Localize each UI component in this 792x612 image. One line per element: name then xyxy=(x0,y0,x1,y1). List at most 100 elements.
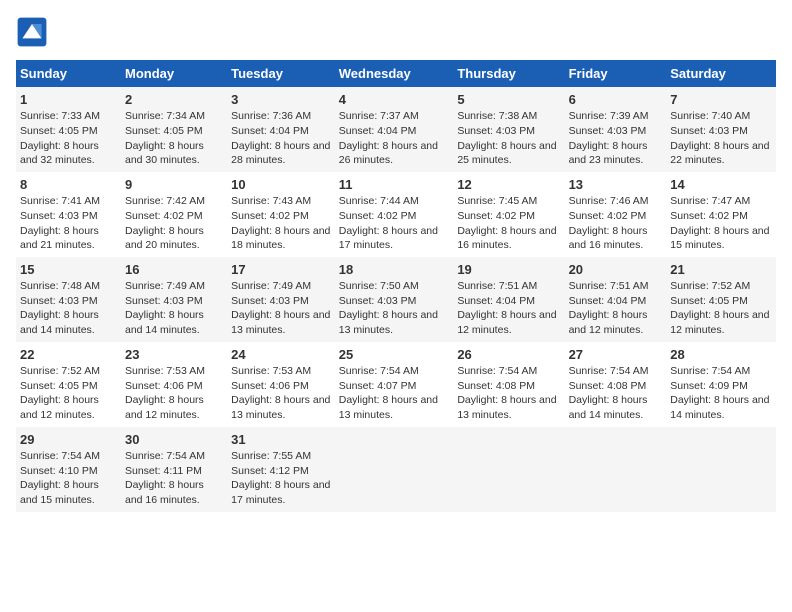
cell-day-8: 8Sunrise: 7:41 AMSunset: 4:03 PMDaylight… xyxy=(16,172,121,257)
day-number: 8 xyxy=(20,176,117,194)
daylight-label: Daylight: 8 hours and 13 minutes. xyxy=(231,394,330,421)
cell-day-18: 18Sunrise: 7:50 AMSunset: 4:03 PMDayligh… xyxy=(335,257,454,342)
sunset-label: Sunset: 4:06 PM xyxy=(125,380,203,392)
sunset-label: Sunset: 4:05 PM xyxy=(20,380,98,392)
sunset-label: Sunset: 4:03 PM xyxy=(339,295,417,307)
sunrise-label: Sunrise: 7:45 AM xyxy=(457,195,537,207)
cell-day-17: 17Sunrise: 7:49 AMSunset: 4:03 PMDayligh… xyxy=(227,257,335,342)
sunrise-label: Sunrise: 7:41 AM xyxy=(20,195,100,207)
cell-day-27: 27Sunrise: 7:54 AMSunset: 4:08 PMDayligh… xyxy=(565,342,667,427)
page-header xyxy=(16,16,776,48)
daylight-label: Daylight: 8 hours and 21 minutes. xyxy=(20,225,99,252)
cell-day-2: 2Sunrise: 7:34 AMSunset: 4:05 PMDaylight… xyxy=(121,87,227,172)
day-number: 28 xyxy=(670,346,772,364)
week-row-1: 1Sunrise: 7:33 AM Sunset: 4:05 PM Daylight… xyxy=(16,87,776,172)
logo xyxy=(16,16,52,48)
sunset-label: Sunset: 4:03 PM xyxy=(20,295,98,307)
sunrise-label: Sunrise: 7:54 AM xyxy=(339,365,419,377)
daylight-label: Daylight: 8 hours and 15 minutes. xyxy=(670,225,769,252)
day-number: 25 xyxy=(339,346,450,364)
cell-day-30: 30Sunrise: 7:54 AMSunset: 4:11 PMDayligh… xyxy=(121,427,227,512)
sunrise-label: Sunrise: 7:43 AM xyxy=(231,195,311,207)
sunset-label: Sunset: 4:06 PM xyxy=(231,380,309,392)
col-header-thursday: Thursday xyxy=(453,60,564,87)
cell-day-19: 19Sunrise: 7:51 AMSunset: 4:04 PMDayligh… xyxy=(453,257,564,342)
daylight-label: Daylight: 8 hours and 32 minutes. xyxy=(20,140,99,167)
daylight-label: Daylight: 8 hours and 12 minutes. xyxy=(670,309,769,336)
cell-day-6: 6Sunrise: 7:39 AMSunset: 4:03 PMDaylight… xyxy=(565,87,667,172)
cell-day-1: 1Sunrise: 7:33 AM Sunset: 4:05 PM Daylight… xyxy=(16,87,121,172)
sunrise-label: Sunrise: 7:50 AM xyxy=(339,280,419,292)
day-number: 1 xyxy=(20,91,117,109)
daylight-label: Daylight: 8 hours and 16 minutes. xyxy=(569,225,648,252)
day-number: 3 xyxy=(231,91,331,109)
col-header-friday: Friday xyxy=(565,60,667,87)
sunset-label: Sunset: 4:05 PM xyxy=(125,125,203,137)
cell-day-22: 22Sunrise: 7:52 AM Sunset: 4:05 PM Dayligh… xyxy=(16,342,121,427)
day-number: 22 xyxy=(20,346,117,364)
day-number: 13 xyxy=(569,176,663,194)
sunrise-label: Sunrise: 7:54 AM xyxy=(569,365,649,377)
sunset-label: Sunset: 4:03 PM xyxy=(231,295,309,307)
sunset-label: Sunset: 4:05 PM xyxy=(20,125,98,137)
daylight-label: Daylight: 8 hours and 20 minutes. xyxy=(125,225,204,252)
daylight-label: Daylight: 8 hours and 17 minutes. xyxy=(339,225,438,252)
daylight-label: Daylight: 8 hours and 23 minutes. xyxy=(569,140,648,167)
week-row-2: 8Sunrise: 7:41 AMSunset: 4:03 PMDaylight… xyxy=(16,172,776,257)
cell-day-empty xyxy=(666,427,776,512)
sunset-label: Sunset: 4:04 PM xyxy=(231,125,309,137)
daylight-label: Daylight: 8 hours and 16 minutes. xyxy=(125,479,204,506)
day-number: 12 xyxy=(457,176,560,194)
day-number: 26 xyxy=(457,346,560,364)
sunset-label: Sunset: 4:07 PM xyxy=(339,380,417,392)
sunrise-label: Sunrise: 7:49 AM xyxy=(125,280,205,292)
sunrise-label: Sunrise: 7:54 AM xyxy=(670,365,750,377)
sunrise-label: Sunrise: 7:33 AM xyxy=(20,110,100,122)
sunrise-label: Sunrise: 7:40 AM xyxy=(670,110,750,122)
sunrise-label: Sunrise: 7:48 AM xyxy=(20,280,100,292)
sunrise-label: Sunrise: 7:46 AM xyxy=(569,195,649,207)
cell-day-29: 29Sunrise: 7:54 AMSunset: 4:10 PMDayligh… xyxy=(16,427,121,512)
sunset-label: Sunset: 4:05 PM xyxy=(670,295,748,307)
cell-day-9: 9Sunrise: 7:42 AMSunset: 4:02 PMDaylight… xyxy=(121,172,227,257)
sunset-label: Sunset: 4:02 PM xyxy=(125,210,203,222)
day-number: 27 xyxy=(569,346,663,364)
cell-day-24: 24Sunrise: 7:53 AMSunset: 4:06 PMDayligh… xyxy=(227,342,335,427)
col-header-sunday: Sunday xyxy=(16,60,121,87)
daylight-label: Daylight: 8 hours and 12 minutes. xyxy=(20,394,99,421)
sunset-label: Sunset: 4:04 PM xyxy=(339,125,417,137)
logo-icon xyxy=(16,16,48,48)
daylight-label: Daylight: 8 hours and 12 minutes. xyxy=(569,309,648,336)
daylight-label: Daylight: 8 hours and 30 minutes. xyxy=(125,140,204,167)
sunset-label: Sunset: 4:03 PM xyxy=(125,295,203,307)
sunset-label: Sunset: 4:11 PM xyxy=(125,465,202,477)
sunset-label: Sunset: 4:02 PM xyxy=(231,210,309,222)
daylight-label: Daylight: 8 hours and 13 minutes. xyxy=(339,309,438,336)
sunset-label: Sunset: 4:03 PM xyxy=(569,125,647,137)
day-number: 4 xyxy=(339,91,450,109)
daylight-label: Daylight: 8 hours and 14 minutes. xyxy=(670,394,769,421)
daylight-label: Daylight: 8 hours and 12 minutes. xyxy=(457,309,556,336)
sunrise-label: Sunrise: 7:52 AM xyxy=(670,280,750,292)
col-header-tuesday: Tuesday xyxy=(227,60,335,87)
cell-day-26: 26Sunrise: 7:54 AMSunset: 4:08 PMDayligh… xyxy=(453,342,564,427)
day-number: 6 xyxy=(569,91,663,109)
day-number: 24 xyxy=(231,346,331,364)
cell-day-20: 20Sunrise: 7:51 AMSunset: 4:04 PMDayligh… xyxy=(565,257,667,342)
sunrise-label: Sunrise: 7:54 AM xyxy=(20,450,100,462)
sunrise-label: Sunrise: 7:52 AM xyxy=(20,365,100,377)
week-row-5: 29Sunrise: 7:54 AMSunset: 4:10 PMDayligh… xyxy=(16,427,776,512)
cell-day-10: 10Sunrise: 7:43 AMSunset: 4:02 PMDayligh… xyxy=(227,172,335,257)
sunrise-label: Sunrise: 7:54 AM xyxy=(125,450,205,462)
day-number: 7 xyxy=(670,91,772,109)
daylight-label: Daylight: 8 hours and 16 minutes. xyxy=(457,225,556,252)
cell-day-15: 15Sunrise: 7:48 AMSunset: 4:03 PMDayligh… xyxy=(16,257,121,342)
calendar-table: SundayMondayTuesdayWednesdayThursdayFrid… xyxy=(16,60,776,512)
sunset-label: Sunset: 4:12 PM xyxy=(231,465,309,477)
sunrise-label: Sunrise: 7:47 AM xyxy=(670,195,750,207)
cell-day-25: 25Sunrise: 7:54 AMSunset: 4:07 PMDayligh… xyxy=(335,342,454,427)
sunset-label: Sunset: 4:08 PM xyxy=(457,380,535,392)
sunrise-label: Sunrise: 7:37 AM xyxy=(339,110,419,122)
daylight-label: Daylight: 8 hours and 14 minutes. xyxy=(20,309,99,336)
day-number: 10 xyxy=(231,176,331,194)
